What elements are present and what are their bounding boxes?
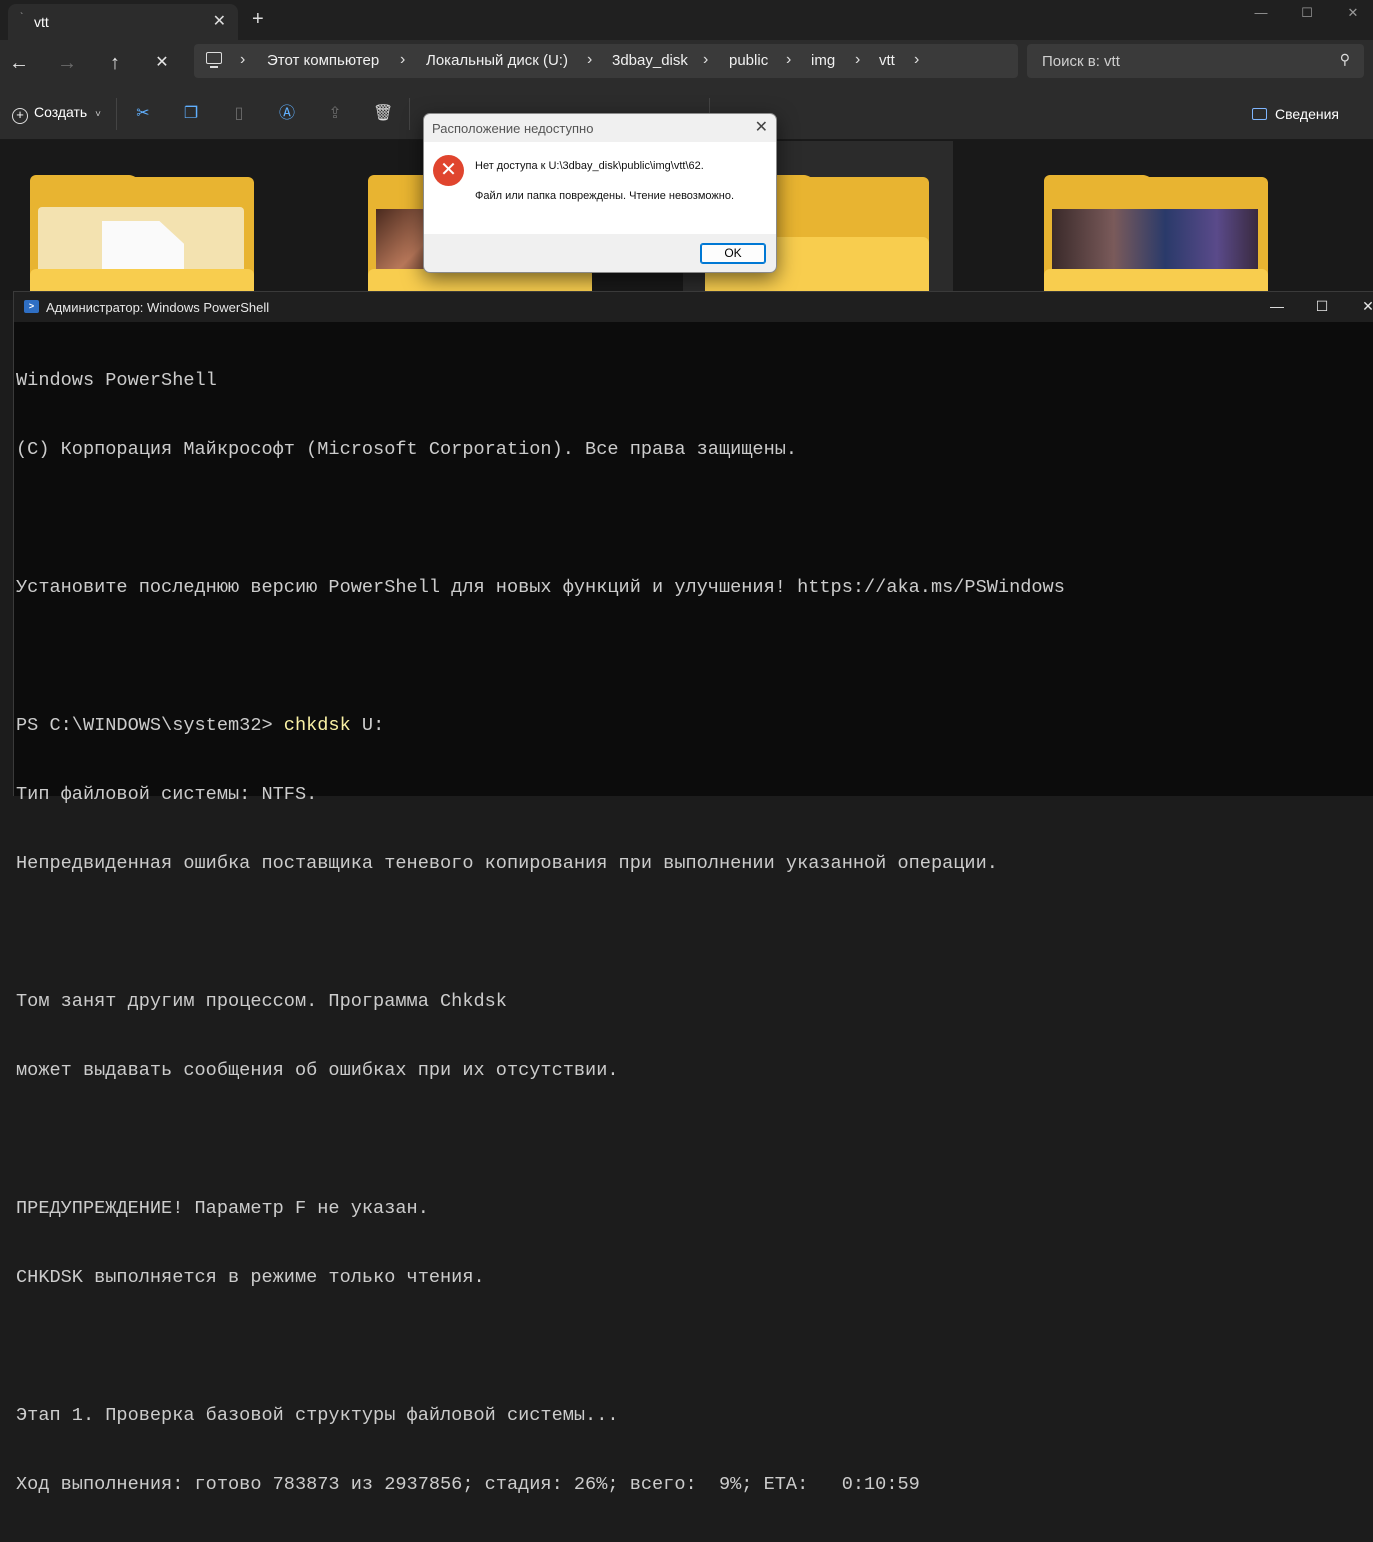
console-line: Непредвиденная ошибка поставщика теневог…	[16, 853, 998, 874]
folder-tab-icon: `	[20, 12, 24, 23]
cut-icon[interactable]: ✂	[133, 104, 153, 124]
minimize-button[interactable]: —	[1262, 297, 1292, 317]
console-line: ПРЕДУПРЕЖДЕНИЕ! Параметр F не указан.	[16, 1198, 429, 1219]
tab-vtt[interactable]: ` vtt ✕	[8, 4, 238, 40]
breadcrumb-public[interactable]: public	[729, 52, 768, 69]
chevron-right-icon[interactable]: ›	[786, 51, 791, 69]
toolbar-separator	[116, 98, 117, 130]
command-argument: U:	[350, 715, 385, 736]
back-button[interactable]: ←	[5, 50, 33, 78]
chevron-right-icon[interactable]: ›	[703, 51, 708, 69]
console-line: CHKDSK выполняется в режиме только чтени…	[16, 1267, 485, 1288]
maximize-button[interactable]: ☐	[1307, 297, 1337, 317]
chevron-down-icon: ˅	[95, 109, 101, 120]
paste-icon[interactable]: ▯	[229, 104, 249, 124]
toolbar-separator	[409, 98, 410, 130]
search-input[interactable]: Поиск в: vtt ⚲	[1027, 44, 1364, 78]
delete-icon[interactable]: 🗑	[373, 104, 393, 124]
create-button[interactable]: + Создать ˅	[12, 104, 101, 126]
console-line: Установите последнюю версию PowerShell д…	[16, 577, 1065, 598]
address-bar[interactable]: › Этот компьютер › Локальный диск (U:) ›…	[194, 44, 1018, 78]
powershell-window: > Администратор: Windows PowerShell — ☐ …	[13, 291, 1373, 1495]
plus-circle-icon: +	[12, 108, 28, 124]
stop-loading-button[interactable]: ✕	[148, 50, 176, 78]
share-icon[interactable]: ⇪	[325, 104, 345, 124]
details-pane-icon	[1252, 108, 1268, 120]
search-icon: ⚲	[1339, 51, 1350, 67]
breadcrumb-vtt[interactable]: vtt	[879, 52, 895, 69]
chevron-right-icon[interactable]: ›	[914, 51, 919, 69]
dialog-close-icon[interactable]: ✕	[755, 117, 768, 137]
breadcrumb-img[interactable]: img	[811, 52, 835, 69]
maximize-button[interactable]: ☐	[1284, 2, 1330, 26]
navigation-bar: ← → ↑ ✕ › Этот компьютер › Локальный дис…	[0, 40, 1373, 88]
chevron-right-icon[interactable]: ›	[855, 51, 860, 69]
console-line: (C) Корпорация Майкрософт (Microsoft Cor…	[16, 439, 798, 460]
search-placeholder: Поиск в: vtt	[1042, 53, 1120, 70]
powershell-titlebar: > Администратор: Windows PowerShell — ☐ …	[14, 292, 1373, 322]
breadcrumb-local-disk[interactable]: Локальный диск (U:)	[426, 52, 568, 69]
dialog-body	[424, 142, 776, 234]
details-label: Сведения	[1275, 106, 1339, 122]
console-prompt-line: PS C:\WINDOWS\system32> chkdsk U:	[16, 714, 1356, 737]
error-detail: Файл или папка повреждены. Чтение невозм…	[475, 190, 735, 202]
folder-item[interactable]	[1044, 175, 1268, 309]
breadcrumb-this-pc[interactable]: Этот компьютер	[267, 52, 379, 69]
command: chkdsk	[283, 715, 351, 736]
console-progress-line: Ход выполнения: готово 783873 из 2937856…	[16, 1474, 920, 1495]
up-button[interactable]: ↑	[101, 50, 129, 78]
chevron-right-icon[interactable]: ›	[587, 51, 592, 69]
chevron-right-icon[interactable]: ›	[400, 51, 405, 69]
ok-button[interactable]: OK	[700, 243, 766, 264]
error-icon: ✕	[433, 155, 464, 186]
folder-item[interactable]	[30, 175, 254, 317]
forward-button[interactable]: →	[53, 50, 81, 78]
breadcrumb-3dbay-disk[interactable]: 3dbay_disk	[612, 52, 688, 69]
details-button[interactable]: Сведения	[1252, 106, 1339, 122]
minimize-button[interactable]: —	[1238, 2, 1284, 26]
close-window-button[interactable]: ✕	[1353, 297, 1373, 317]
console-line: Этап 1. Проверка базовой структуры файло…	[16, 1405, 619, 1426]
prompt: PS C:\WINDOWS\system32>	[16, 715, 284, 736]
create-label: Создать	[34, 104, 88, 120]
copy-icon[interactable]: ❐	[181, 104, 201, 124]
powershell-icon: >	[24, 300, 39, 313]
dialog-title: Расположение недоступно	[432, 121, 594, 136]
console-line: Том занят другим процессом. Программа Ch…	[16, 991, 507, 1012]
computer-icon	[206, 52, 222, 68]
console-line: Тип файловой системы: NTFS.	[16, 784, 318, 805]
rename-icon[interactable]: Ⓐ	[277, 104, 297, 124]
error-message: Нет доступа к U:\3dbay_disk\public\img\v…	[475, 160, 704, 172]
console-line: может выдавать сообщения об ошибках при …	[16, 1060, 619, 1081]
close-window-button[interactable]: ✕	[1330, 2, 1373, 26]
tab-title: vtt	[34, 14, 49, 30]
close-tab-icon[interactable]: ✕	[213, 11, 226, 31]
console-line: Windows PowerShell	[16, 370, 217, 391]
chevron-right-icon[interactable]: ›	[240, 51, 245, 69]
error-dialog: Расположение недоступно ✕ ✕ Нет доступа …	[423, 113, 777, 273]
console-output[interactable]: Windows PowerShell (C) Корпорация Майкро…	[16, 323, 1356, 1542]
new-tab-button[interactable]: +	[252, 9, 264, 29]
powershell-title: Администратор: Windows PowerShell	[46, 300, 270, 315]
tab-bar: ` vtt ✕ + — ☐ ✕	[0, 0, 1373, 40]
